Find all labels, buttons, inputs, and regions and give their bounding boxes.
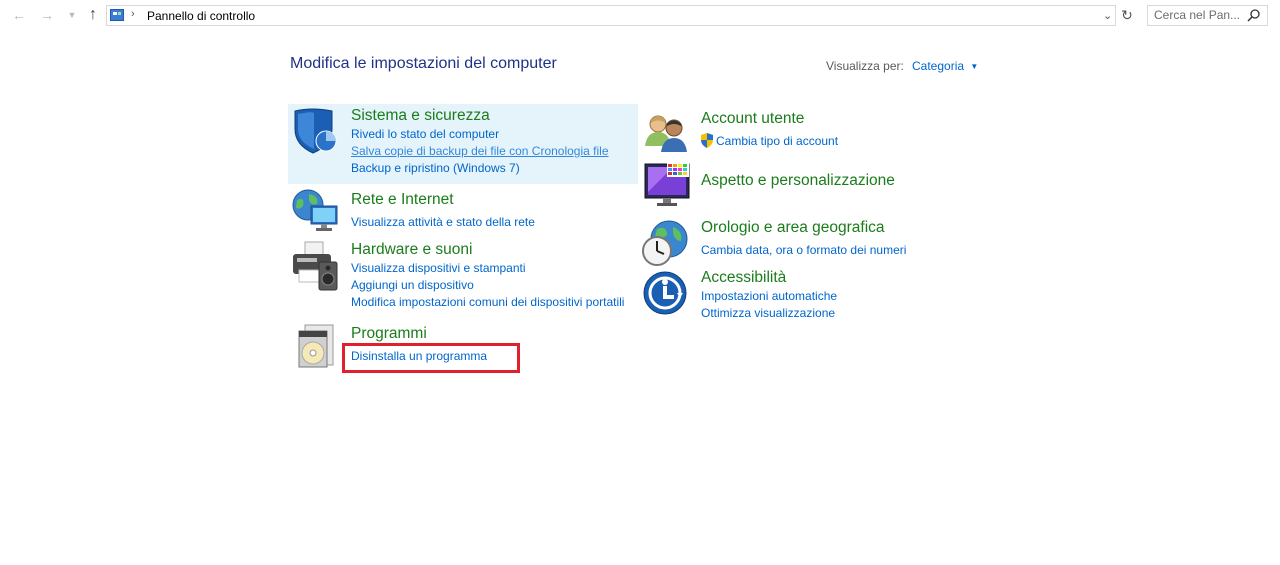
printer-speaker-icon[interactable] xyxy=(291,240,339,297)
uac-shield-icon xyxy=(700,133,714,151)
recent-locations-dropdown[interactable]: ▼ xyxy=(64,7,80,23)
link-auto-settings[interactable]: Impostazioni automatiche xyxy=(701,289,837,303)
link-view-network-status[interactable]: Visualizza attività e stato della rete xyxy=(351,215,535,229)
search-icon[interactable] xyxy=(1247,8,1261,27)
view-by-label: Visualizza per: xyxy=(826,59,904,73)
breadcrumb-location[interactable]: Pannello di controllo xyxy=(147,9,255,23)
address-bar[interactable]: › Pannello di controllo ⌄ xyxy=(106,5,1116,26)
dropdown-arrow-icon[interactable]: ▼ xyxy=(970,62,978,71)
category-title-programs[interactable]: Programmi xyxy=(351,325,427,343)
link-mobility-settings[interactable]: Modifica impostazioni comuni dei disposi… xyxy=(351,295,624,309)
category-title-clock-region[interactable]: Orologio e area geografica xyxy=(701,219,885,237)
forward-button[interactable]: → xyxy=(39,7,55,23)
address-dropdown-icon[interactable]: ⌄ xyxy=(1103,9,1112,22)
link-devices-printers[interactable]: Visualizza dispositivi e stampanti xyxy=(351,261,526,275)
link-change-account-type-label[interactable]: Cambia tipo di account xyxy=(716,134,838,148)
view-by-dropdown[interactable]: Categoria ▼ xyxy=(912,59,978,73)
category-title-accessibility[interactable]: Accessibilità xyxy=(701,269,786,287)
network-globe-icon[interactable] xyxy=(291,188,339,239)
category-title-hardware-sound[interactable]: Hardware e suoni xyxy=(351,241,472,259)
search-box[interactable] xyxy=(1147,5,1268,26)
up-button[interactable]: ↑ xyxy=(85,7,101,23)
user-accounts-icon[interactable] xyxy=(643,112,689,157)
appearance-monitor-icon[interactable] xyxy=(643,162,691,213)
link-backup-restore[interactable]: Backup e ripristino (Windows 7) xyxy=(351,161,520,175)
programs-disc-icon[interactable] xyxy=(295,323,337,374)
view-by-value[interactable]: Categoria xyxy=(912,59,964,73)
search-input[interactable] xyxy=(1154,8,1244,22)
link-change-account-type[interactable]: Cambia tipo di account xyxy=(700,133,838,151)
category-title-system-security[interactable]: Sistema e sicurezza xyxy=(351,107,490,125)
annotation-red-box xyxy=(342,343,520,373)
page-title: Modifica le impostazioni del computer xyxy=(290,55,557,72)
link-review-computer-status[interactable]: Rivedi lo stato del computer xyxy=(351,127,499,141)
category-title-network-internet[interactable]: Rete e Internet xyxy=(351,191,454,209)
category-title-appearance[interactable]: Aspetto e personalizzazione xyxy=(701,172,895,190)
breadcrumb-separator-icon[interactable]: › xyxy=(131,8,135,20)
clock-globe-icon[interactable] xyxy=(641,219,689,272)
refresh-button[interactable]: ↻ xyxy=(1118,5,1136,26)
link-change-date-time-format[interactable]: Cambia data, ora o formato dei numeri xyxy=(701,243,906,257)
link-add-device[interactable]: Aggiungi un dispositivo xyxy=(351,278,474,292)
back-button[interactable]: ← xyxy=(11,7,27,23)
accessibility-icon[interactable] xyxy=(643,271,689,322)
link-optimize-display[interactable]: Ottimizza visualizzazione xyxy=(701,306,835,320)
shield-icon[interactable] xyxy=(292,107,338,160)
link-file-history-backup[interactable]: Salva copie di backup dei file con Crono… xyxy=(351,144,609,158)
control-panel-icon xyxy=(110,9,124,21)
category-title-user-accounts[interactable]: Account utente xyxy=(701,110,804,128)
